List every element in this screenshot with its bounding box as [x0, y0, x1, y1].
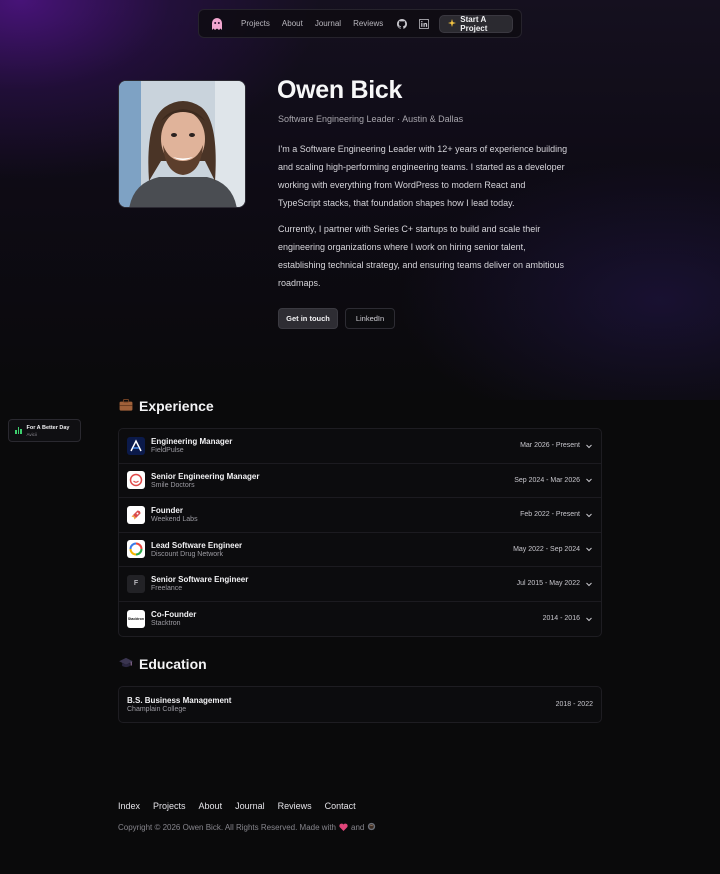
experience-company: Weekend Labs	[151, 516, 198, 524]
experience-row-discount-drug-network[interactable]: Lead Software Engineer Discount Drug Net…	[119, 533, 601, 567]
education-row: B.S. Business Management Champlain Colle…	[119, 687, 601, 722]
chevron-down-icon[interactable]	[585, 476, 593, 484]
hero-subtitle: Software Engineering Leader · Austin & D…	[278, 114, 464, 124]
education-dates: 2018 - 2022	[555, 700, 593, 708]
sparkle-icon	[448, 18, 457, 29]
github-icon[interactable]	[397, 18, 408, 29]
experience-dates: Jul 2015 - May 2022	[516, 580, 580, 588]
experience-role: Senior Engineering Manager	[151, 471, 260, 481]
hero-name: Owen Bick	[277, 76, 403, 104]
chevron-down-icon[interactable]	[585, 580, 593, 588]
smile-doctors-logo-icon	[127, 471, 145, 490]
experience-role: Engineering Manager	[151, 437, 233, 447]
nav-link-reviews[interactable]: Reviews	[353, 19, 383, 28]
now-playing-artist: Avicii	[26, 431, 37, 437]
experience-row-stacktron[interactable]: Stacktron Co-Founder Stacktron 2014 - 20…	[119, 602, 601, 637]
copyright-text: Copyright © 2026 Owen Bick. All Rights R…	[118, 823, 336, 832]
linkedin-icon[interactable]	[419, 18, 430, 29]
stacktron-logo-icon: Stacktron	[127, 609, 145, 628]
equalizer-icon	[15, 427, 22, 434]
education-degree: B.S. Business Management	[127, 695, 232, 705]
experience-role: Senior Software Engineer	[151, 575, 249, 585]
experience-dates: May 2022 - Sep 2024	[513, 545, 580, 553]
footer-link-contact[interactable]: Contact	[325, 801, 356, 811]
nav-link-journal[interactable]: Journal	[315, 19, 341, 28]
chevron-down-icon[interactable]	[585, 511, 593, 519]
start-project-label: Start A Project	[460, 14, 488, 33]
experience-company: Freelance	[151, 585, 183, 593]
education-title: Education	[139, 656, 207, 672]
now-playing-badge[interactable]: For A Better Day Avicii	[8, 419, 81, 442]
experience-dates: Sep 2024 - Mar 2026	[514, 476, 580, 484]
footer-link-index[interactable]: Index	[118, 801, 140, 811]
nav-link-projects[interactable]: Projects	[241, 19, 270, 28]
fieldpulse-logo-icon	[127, 436, 145, 455]
coffee-icon	[367, 822, 376, 833]
now-playing-title: For A Better Day	[26, 424, 70, 431]
freelance-logo-icon: F	[127, 574, 145, 593]
hero-paragraph-2: Currently, I partner with Series C+ star…	[278, 224, 564, 288]
experience-dates: 2014 - 2016	[542, 615, 580, 623]
experience-company: Smile Doctors	[151, 481, 195, 489]
start-project-button[interactable]: Start A Project	[439, 14, 513, 33]
rocket-icon	[127, 505, 145, 524]
education-heading: Education	[119, 656, 207, 672]
ddn-logo-icon	[127, 540, 145, 559]
ghost-logo-icon[interactable]	[209, 16, 225, 32]
experience-row-smile-doctors[interactable]: Senior Engineering Manager Smile Doctors…	[119, 464, 601, 498]
experience-row-freelance[interactable]: F Senior Software Engineer Freelance Jul…	[119, 567, 601, 602]
copyright: Copyright © 2026 Owen Bick. All Rights R…	[118, 822, 376, 833]
experience-role: Co-Founder	[151, 610, 197, 620]
experience-title: Experience	[139, 398, 214, 414]
copyright-and: and	[351, 823, 365, 832]
footer-link-about[interactable]: About	[199, 801, 223, 811]
graduation-cap-icon	[119, 656, 133, 672]
footer-nav: Index Projects About Journal Reviews Con…	[118, 801, 356, 811]
experience-company: FieldPulse	[151, 447, 184, 455]
top-navbar: Projects About Journal Reviews Start A P…	[198, 9, 522, 38]
experience-row-weekend-labs[interactable]: Founder Weekend Labs Feb 2022 - Present	[119, 498, 601, 533]
chevron-down-icon[interactable]	[585, 615, 593, 623]
experience-list: Engineering Manager FieldPulse Mar 2026 …	[118, 428, 602, 637]
footer-link-projects[interactable]: Projects	[153, 801, 186, 811]
experience-heading: Experience	[119, 398, 214, 414]
nav-link-about[interactable]: About	[282, 19, 303, 28]
experience-company: Stacktron	[151, 620, 181, 628]
heart-icon	[339, 823, 348, 833]
get-in-touch-button[interactable]: Get in touch	[278, 308, 338, 329]
chevron-down-icon[interactable]	[585, 442, 593, 450]
experience-dates: Feb 2022 - Present	[520, 511, 580, 519]
experience-row-fieldpulse[interactable]: Engineering Manager FieldPulse Mar 2026 …	[119, 429, 601, 464]
briefcase-icon	[119, 398, 133, 414]
education-school: Champlain College	[127, 705, 187, 713]
education-list: B.S. Business Management Champlain Colle…	[118, 686, 602, 723]
experience-company: Discount Drug Network	[151, 550, 223, 558]
experience-role: Lead Software Engineer	[151, 540, 243, 550]
linkedin-button[interactable]: LinkedIn	[345, 308, 395, 329]
footer-link-journal[interactable]: Journal	[235, 801, 265, 811]
chevron-down-icon[interactable]	[585, 545, 593, 553]
hero-paragraph-1: I'm a Software Engineering Leader with 1…	[278, 144, 568, 208]
experience-role: Founder	[151, 506, 183, 516]
footer-link-reviews[interactable]: Reviews	[278, 801, 312, 811]
experience-dates: Mar 2026 - Present	[520, 442, 580, 450]
profile-photo	[118, 80, 246, 208]
